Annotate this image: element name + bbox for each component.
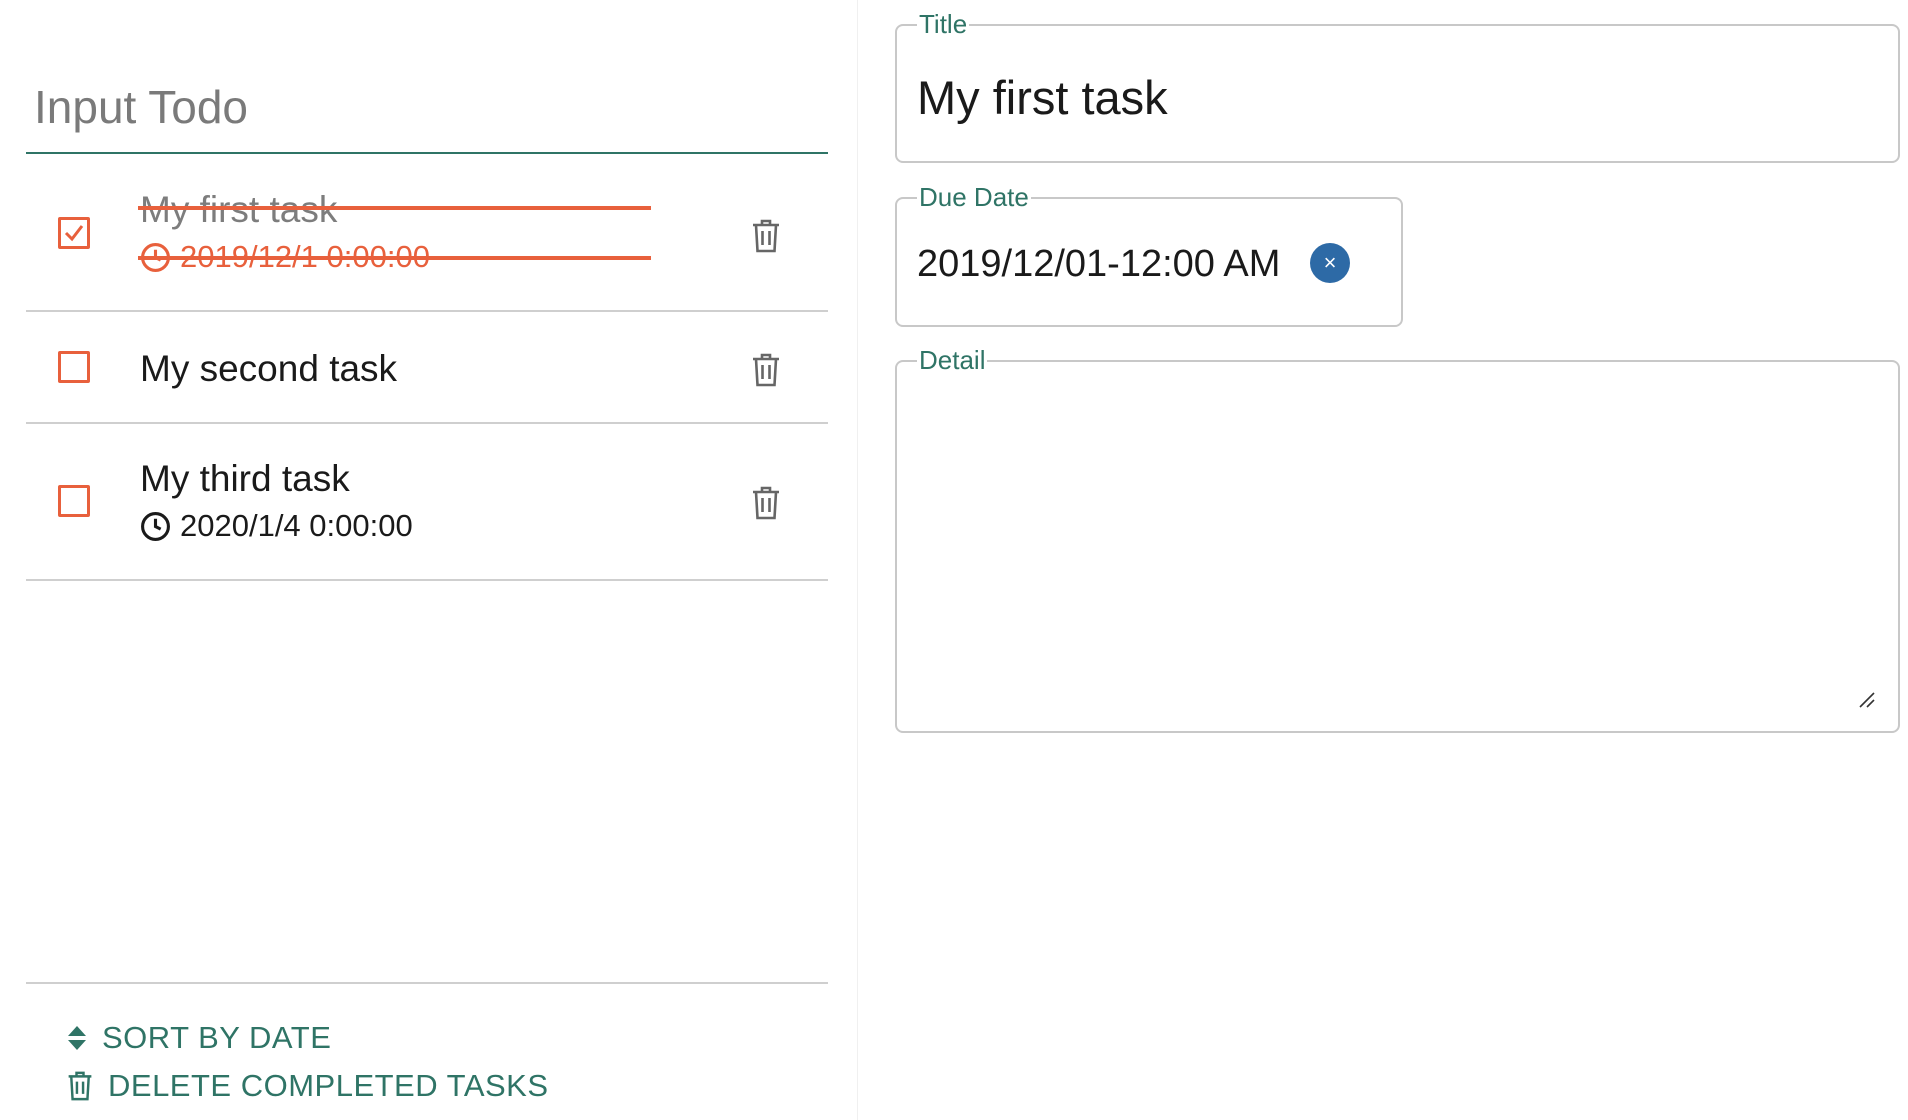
title-field[interactable]: Title My first task bbox=[895, 10, 1900, 163]
trash-icon[interactable] bbox=[750, 218, 782, 254]
title-strikethrough bbox=[138, 206, 651, 210]
detail-field[interactable]: Detail bbox=[895, 346, 1900, 733]
due-date-field[interactable]: Due Date 2019/12/01-12:00 AM × bbox=[895, 183, 1403, 327]
delete-completed-button[interactable]: DELETE COMPLETED TASKS bbox=[66, 1068, 549, 1104]
due-date-legend: Due Date bbox=[917, 182, 1031, 212]
todo-checkbox[interactable] bbox=[58, 351, 90, 383]
todo-panel: My first task 2019/12/1 0:00:00 bbox=[0, 0, 858, 1120]
title-legend: Title bbox=[917, 9, 970, 39]
todo-list: My first task 2019/12/1 0:00:00 My secon… bbox=[26, 155, 828, 581]
date-strikethrough bbox=[138, 256, 651, 260]
footer-divider bbox=[26, 982, 828, 984]
clear-date-button[interactable]: × bbox=[1310, 243, 1350, 283]
detail-textarea[interactable] bbox=[905, 382, 1890, 723]
todo-title: My second task bbox=[140, 348, 398, 389]
detail-legend: Detail bbox=[917, 345, 988, 375]
todo-due-date-text: 2020/1/4 0:00:00 bbox=[180, 508, 413, 543]
todo-checkbox-checked[interactable] bbox=[58, 217, 90, 249]
check-icon bbox=[64, 225, 84, 242]
todo-title: My first task bbox=[140, 189, 338, 230]
todo-input[interactable] bbox=[34, 76, 814, 138]
clock-icon bbox=[141, 511, 170, 541]
close-icon: × bbox=[1323, 250, 1337, 275]
todo-due-date: 2020/1/4 0:00:00 bbox=[140, 508, 413, 544]
todo-item[interactable]: My second task bbox=[26, 312, 828, 424]
todo-checkbox[interactable] bbox=[58, 485, 90, 517]
title-value[interactable]: My first task bbox=[917, 70, 1168, 125]
todo-item[interactable]: My third task 2020/1/4 0:00:00 bbox=[26, 424, 828, 581]
sort-arrows-icon bbox=[68, 1026, 86, 1050]
sort-by-date-label: SORT BY DATE bbox=[102, 1020, 332, 1055]
todo-item[interactable]: My first task 2019/12/1 0:00:00 bbox=[26, 155, 828, 312]
trash-icon[interactable] bbox=[750, 352, 782, 388]
todo-title: My third task bbox=[140, 458, 350, 499]
app-root: My first task 2019/12/1 0:00:00 bbox=[0, 0, 1908, 1120]
resize-grip-icon[interactable] bbox=[1858, 691, 1876, 709]
trash-icon bbox=[68, 1071, 92, 1101]
sort-by-date-button[interactable]: SORT BY DATE bbox=[66, 1020, 331, 1056]
delete-completed-label: DELETE COMPLETED TASKS bbox=[108, 1068, 549, 1103]
due-date-value[interactable]: 2019/12/01-12:00 AM bbox=[917, 243, 1280, 286]
trash-icon[interactable] bbox=[750, 485, 782, 521]
todo-input-container bbox=[26, 70, 828, 154]
